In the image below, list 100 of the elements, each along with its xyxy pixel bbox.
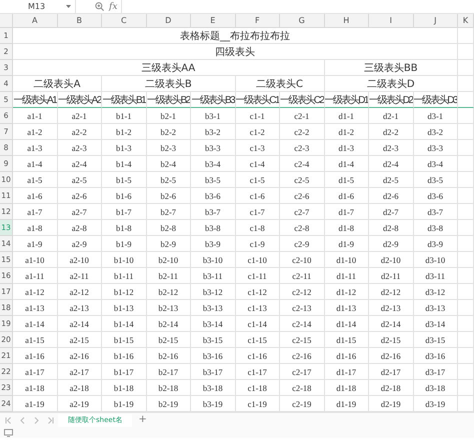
table-cell: b2-10 <box>146 252 191 268</box>
table-cell: d1-4 <box>324 156 369 172</box>
table-cell: c1-16 <box>236 348 280 364</box>
previous-sheet-icon[interactable] <box>19 416 26 424</box>
table-cell: d3-16 <box>414 348 458 364</box>
header-cell: 三级表头BB <box>324 60 458 76</box>
table-cell: d1-9 <box>324 236 369 252</box>
column-header[interactable]: I <box>369 14 414 28</box>
table-cell: a1-11 <box>13 268 58 284</box>
header-cell: 一级表头D1 <box>324 92 369 108</box>
table-cell: d2-1 <box>369 108 414 124</box>
table-cell: a2-16 <box>58 348 102 364</box>
table-cell: b2-5 <box>146 172 191 188</box>
table-cell: b2-6 <box>146 188 191 204</box>
table-cell: b1-3 <box>102 140 146 156</box>
table-cell: b3-3 <box>191 140 236 156</box>
table-cell: b1-10 <box>102 252 146 268</box>
table-cell: a2-13 <box>58 300 102 316</box>
table-cell: d2-10 <box>369 252 414 268</box>
table-cell: d1-2 <box>324 124 369 140</box>
table-cell: b3-14 <box>191 316 236 332</box>
table-cell: d2-3 <box>369 140 414 156</box>
table-cell: c2-9 <box>280 236 324 252</box>
column-header[interactable]: K <box>458 14 474 28</box>
table-cell: d1-7 <box>324 204 369 220</box>
empty-cell <box>458 380 474 396</box>
empty-cell <box>458 76 474 92</box>
table-cell: a2-18 <box>58 380 102 396</box>
table-cell: b3-18 <box>191 380 236 396</box>
table-cell: c1-3 <box>236 140 280 156</box>
table-cell: a2-3 <box>58 140 102 156</box>
last-sheet-icon[interactable] <box>47 416 54 424</box>
first-sheet-icon[interactable] <box>5 416 12 424</box>
table-cell: c2-2 <box>280 124 324 140</box>
table-cell: a2-17 <box>58 364 102 380</box>
table-cell: b3-2 <box>191 124 236 140</box>
monitor-icon[interactable] <box>4 428 13 436</box>
next-sheet-icon[interactable] <box>33 416 40 424</box>
table-cell: d3-15 <box>414 332 458 348</box>
table-cell: d2-8 <box>369 220 414 236</box>
name-box[interactable]: M13 <box>0 0 76 13</box>
empty-cell <box>458 108 474 124</box>
table-cell: d1-3 <box>324 140 369 156</box>
table-cell: d3-7 <box>414 204 458 220</box>
table-cell: d2-14 <box>369 316 414 332</box>
table-cell: b1-11 <box>102 268 146 284</box>
column-header[interactable]: A <box>13 14 58 28</box>
table-cell: c1-17 <box>236 364 280 380</box>
table-cell: a2-9 <box>58 236 102 252</box>
table-cell: c2-10 <box>280 252 324 268</box>
column-header[interactable]: E <box>191 14 236 28</box>
function-label[interactable]: fx <box>109 2 118 12</box>
empty-cell <box>458 268 474 284</box>
table-cell: d3-5 <box>414 172 458 188</box>
empty-cell <box>458 252 474 268</box>
add-sheet-button[interactable]: + <box>134 414 151 426</box>
table-cell: b1-9 <box>102 236 146 252</box>
select-all-corner[interactable] <box>0 14 13 28</box>
column-header[interactable]: D <box>146 14 191 28</box>
table-cell: d1-13 <box>324 300 369 316</box>
table-cell: d1-1 <box>324 108 369 124</box>
header-cell: 一级表头A2 <box>58 92 102 108</box>
table-cell: a2-2 <box>58 124 102 140</box>
column-header[interactable]: J <box>414 14 458 28</box>
table-cell: b1-7 <box>102 204 146 220</box>
empty-cell <box>458 124 474 140</box>
table-cell: b1-1 <box>102 108 146 124</box>
table-cell: b2-15 <box>146 332 191 348</box>
table-cell: a2-7 <box>58 204 102 220</box>
empty-cell <box>458 284 474 300</box>
table-cell: b3-5 <box>191 172 236 188</box>
table-cell: b3-6 <box>191 188 236 204</box>
table-cell: d1-6 <box>324 188 369 204</box>
column-header[interactable]: B <box>58 14 102 28</box>
header-cell: 表格标题__布拉布拉布拉 <box>13 28 458 44</box>
zoom-icon[interactable] <box>95 2 104 11</box>
table-cell: a1-12 <box>13 284 58 300</box>
table-cell: a2-6 <box>58 188 102 204</box>
table-cell: c2-18 <box>280 380 324 396</box>
table-cell: d3-1 <box>414 108 458 124</box>
empty-cell <box>458 332 474 348</box>
table-cell: a2-1 <box>58 108 102 124</box>
table-cell: d2-9 <box>369 236 414 252</box>
column-header[interactable]: H <box>324 14 369 28</box>
table-cell: d3-2 <box>414 124 458 140</box>
table-cell: c1-2 <box>236 124 280 140</box>
table-cell: b2-8 <box>146 220 191 236</box>
column-header[interactable]: G <box>280 14 324 28</box>
column-header[interactable]: C <box>102 14 146 28</box>
table-cell: b3-11 <box>191 268 236 284</box>
table-cell: d1-17 <box>324 364 369 380</box>
header-cell: 一级表头C2 <box>280 92 324 108</box>
table-cell: b1-13 <box>102 300 146 316</box>
table-cell: d1-12 <box>324 284 369 300</box>
header-cell: 一级表头B1 <box>102 92 146 108</box>
table-cell: d2-15 <box>369 332 414 348</box>
table-cell: c1-10 <box>236 252 280 268</box>
table-cell: b2-4 <box>146 156 191 172</box>
column-header[interactable]: F <box>236 14 280 28</box>
table-cell: b3-8 <box>191 220 236 236</box>
